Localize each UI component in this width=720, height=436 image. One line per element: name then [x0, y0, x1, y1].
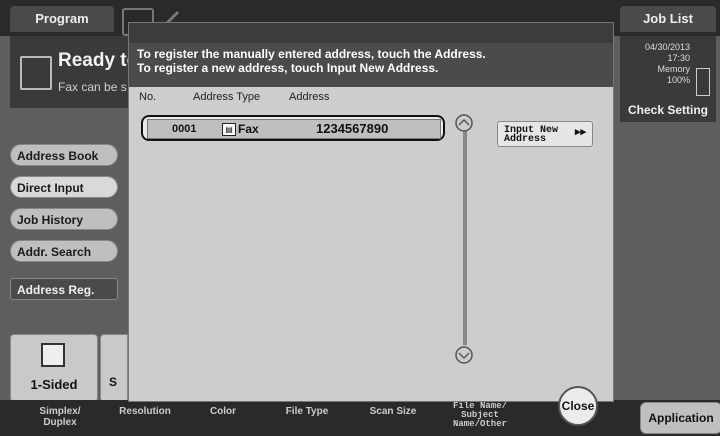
dialog-message-1: To register the manually entered address…: [137, 47, 486, 61]
ready-panel: Ready to Fax can be s: [10, 36, 138, 108]
tile-label: 1-Sided: [30, 377, 78, 392]
simplex-tile[interactable]: 1-Sided: [10, 334, 98, 402]
column-no: No.: [139, 91, 157, 103]
status-date: 04/30/2013: [644, 42, 690, 52]
scroll-down-icon[interactable]: [454, 345, 474, 365]
row-type: Fax: [238, 122, 259, 136]
direct-input-button[interactable]: Direct Input: [10, 176, 118, 198]
dialog-message-2: To register a new address, touch Input N…: [137, 61, 439, 75]
column-address-type: Address Type: [193, 91, 261, 103]
label-file-name[interactable]: File Name/ Subject Name/Other: [440, 402, 520, 429]
tab-program[interactable]: Program: [10, 6, 114, 32]
label-resolution[interactable]: Resolution: [110, 406, 180, 417]
check-setting-button[interactable]: Check Setting: [620, 100, 716, 122]
fax-icon: [20, 56, 52, 90]
row-no: 0001: [172, 123, 197, 135]
dialog-header: To register the manually entered address…: [129, 23, 613, 87]
memory-value: 100%: [666, 75, 690, 85]
status-box: 04/30/2013 17:30 Memory 100%: [620, 36, 716, 100]
job-history-button[interactable]: Job History: [10, 208, 118, 230]
address-register-dialog: To register the manually entered address…: [128, 22, 614, 402]
label-scan-size[interactable]: Scan Size: [358, 406, 428, 417]
address-row[interactable]: 0001 ▤ Fax 1234567890: [141, 115, 445, 141]
row-address: 1234567890: [316, 121, 389, 136]
address-book-button[interactable]: Address Book: [10, 144, 118, 166]
close-button[interactable]: Close: [558, 386, 598, 426]
scrollbar[interactable]: [463, 123, 467, 345]
memory-label: Memory: [657, 64, 690, 74]
status-time: 17:30: [667, 53, 690, 63]
dialog-top-strip: [129, 23, 613, 43]
column-address: Address: [289, 91, 330, 103]
label-file-type[interactable]: File Type: [272, 406, 342, 417]
resolution-tile[interactable]: S: [100, 334, 128, 402]
label-simplex[interactable]: Simplex/ Duplex: [30, 406, 90, 428]
fax-type-icon: ▤: [222, 123, 236, 136]
memory-gauge: [696, 68, 710, 96]
label-color[interactable]: Color: [198, 406, 248, 417]
double-arrow-right-icon: ▸▸: [574, 126, 586, 138]
addr-search-button[interactable]: Addr. Search: [10, 240, 118, 262]
bottom-bar: Simplex/ Duplex Resolution Color File Ty…: [0, 400, 720, 436]
tile2-label: S: [109, 375, 118, 389]
input-new-address-button[interactable]: Input New Address ▸▸: [497, 121, 593, 147]
screen: Program Job List Ready to Fax can be s 0…: [0, 0, 720, 436]
address-reg-button[interactable]: Address Reg.: [10, 278, 118, 300]
ready-title: Ready to: [58, 50, 139, 71]
ready-subtitle: Fax can be s: [58, 80, 127, 94]
address-list: [129, 107, 455, 387]
application-button[interactable]: Application: [640, 402, 720, 434]
address-row-inner: 0001 ▤ Fax 1234567890: [147, 119, 441, 139]
scroll-up-icon[interactable]: [454, 113, 474, 133]
one-sided-icon: [41, 343, 65, 367]
tab-job-list[interactable]: Job List: [620, 6, 716, 32]
